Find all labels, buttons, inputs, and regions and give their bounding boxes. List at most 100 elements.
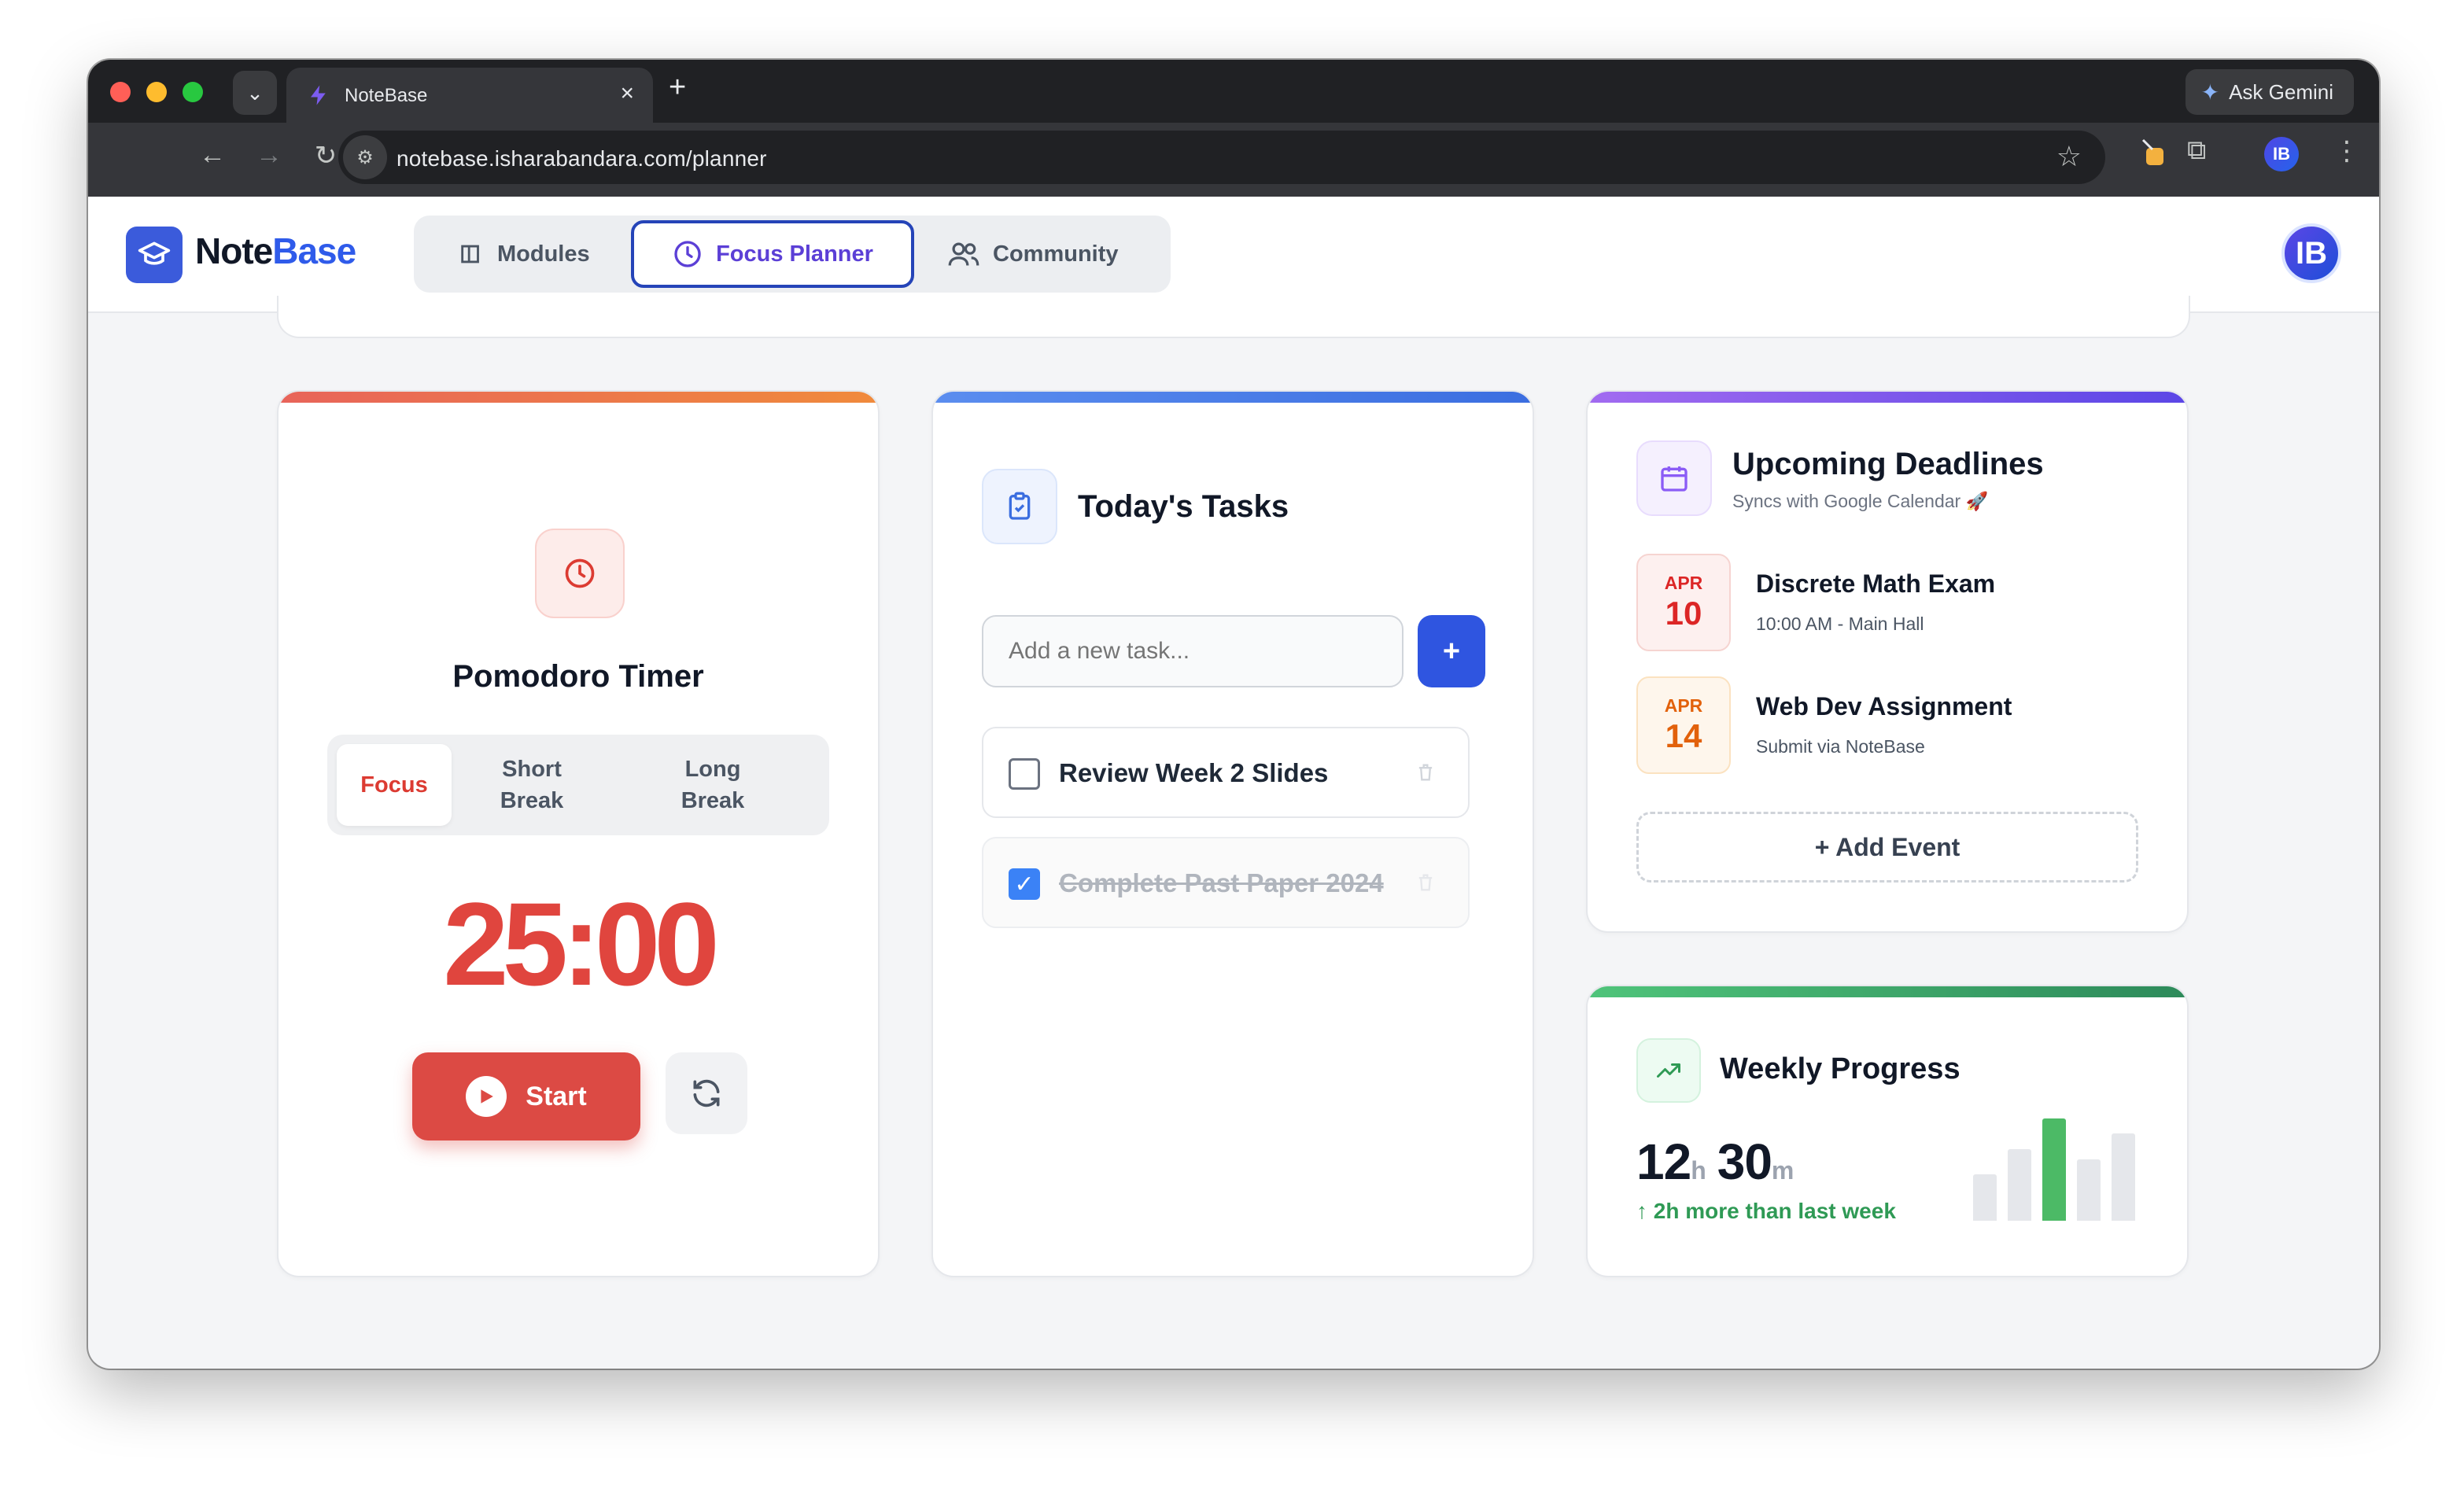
deadlines-title: Upcoming Deadlines [1732,447,2044,481]
previous-card-edge [277,296,2190,338]
logo-base: Base [272,230,356,271]
card-accent-stripe [1588,392,2187,403]
user-avatar[interactable]: IB [2281,223,2341,283]
refresh-icon [693,1079,720,1107]
app-logo-text[interactable]: NoteBase [195,230,356,272]
gemini-icon: ✦ [2200,79,2220,105]
timer-mode-selector: Focus Short Break Long Break [327,735,829,835]
event-title[interactable]: Discrete Math Exam [1756,569,1995,599]
task-checkbox-checked[interactable]: ✓ [1009,868,1040,900]
minutes-value: 30 [1717,1133,1772,1190]
url-text[interactable]: notebase.isharabandara.com/planner [397,146,767,171]
bookmark-star-icon[interactable]: ☆ [2056,140,2082,173]
date-day: 14 [1665,717,1702,754]
tab-search-button[interactable]: ⌄ [233,71,277,115]
tab-strip: ⌄ NoteBase × + ✦ Ask Gemini [88,60,2379,123]
browser-profile-avatar[interactable]: IB [2264,137,2299,171]
hours-value: 12 [1636,1133,1691,1190]
clipboard-check-icon [982,469,1057,544]
browser-window: ⌄ NoteBase × + ✦ Ask Gemini ← → ↻ ⌂ ⚙ no… [88,60,2379,1369]
minutes-unit: m [1771,1156,1795,1185]
chevron-down-icon: ⌄ [246,80,264,105]
main-nav: Modules Focus Planner Community [414,216,1171,293]
site-settings-icon[interactable]: ⚙ [343,135,387,179]
nav-modules[interactable]: Modules [436,220,612,288]
tasks-title: Today's Tasks [1078,489,1289,524]
date-month: APR [1664,573,1703,593]
new-tab-button[interactable]: + [669,71,686,105]
start-button[interactable]: Start [412,1052,640,1140]
date-day: 10 [1665,595,1702,632]
users-icon [948,242,979,266]
trash-icon[interactable] [1415,870,1437,895]
date-badge: APR 10 [1636,554,1731,651]
more-menu-icon[interactable]: ⋮ [2333,135,2360,167]
hours-unit: h [1691,1156,1706,1185]
weekly-bar [2008,1149,2031,1221]
weekly-title: Weekly Progress [1720,1052,1961,1085]
back-arrow-icon[interactable]: ← [195,140,230,171]
ask-gemini-label: Ask Gemini [2229,79,2333,104]
add-event-button[interactable]: + Add Event [1636,812,2138,883]
weekly-bar-chart [1973,1118,2138,1221]
extensions-puzzle-icon[interactable]: ⧉ [2187,135,2206,166]
nav-community[interactable]: Community [925,220,1141,288]
maximize-window-button[interactable] [183,82,203,102]
notebase-logo-icon[interactable] [126,227,183,283]
new-task-input[interactable] [982,615,1404,687]
weekly-delta: ↑ 2h more than last week [1636,1199,1896,1223]
extension-icon[interactable] [2138,135,2167,174]
minimize-window-button[interactable] [146,82,167,102]
deadlines-subtitle: Syncs with Google Calendar 🚀 [1732,491,1989,511]
tasks-card: Today's Tasks + Review Week 2 Slides ✓ C… [931,390,1534,1277]
weekly-bar [2077,1159,2101,1221]
card-accent-stripe [933,392,1533,403]
tab-title: NoteBase [345,85,428,106]
address-bar[interactable]: ⚙ notebase.isharabandara.com/planner ☆ [338,131,2105,184]
focus-time-total: 12h 30m [1636,1133,1805,1191]
close-window-button[interactable] [110,82,131,102]
ask-gemini-button[interactable]: ✦ Ask Gemini [2185,69,2354,115]
trending-up-icon [1636,1038,1701,1103]
date-month: APR [1664,695,1703,716]
calendar-icon [1636,440,1712,516]
task-item[interactable]: ✓ Complete Past Paper 2024 [982,837,1470,928]
event-meta: 10:00 AM - Main Hall [1756,614,1924,634]
task-text: Complete Past Paper 2024 [1059,868,1384,897]
nav-focus-planner-label: Focus Planner [716,241,873,267]
timer-clock-icon [535,529,625,618]
mode-focus-button[interactable]: Focus [337,744,452,826]
close-tab-icon[interactable]: × [620,80,634,107]
card-accent-stripe [278,392,878,403]
pomodoro-card: Pomodoro Timer Focus Short Break Long Br… [277,390,880,1277]
add-task-button[interactable]: + [1418,615,1485,687]
trash-icon[interactable] [1415,760,1437,785]
timer-display: 25:00 [443,878,720,1010]
date-badge: APR 14 [1636,676,1731,774]
pomodoro-title: Pomodoro Timer [452,659,704,694]
forward-arrow-icon[interactable]: → [252,140,286,171]
mode-short-break-button[interactable]: Short Break [477,744,587,826]
start-label: Start [526,1081,587,1111]
nav-focus-planner[interactable]: Focus Planner [631,220,914,288]
book-open-icon [461,245,479,263]
reset-button[interactable] [666,1052,747,1134]
play-icon [466,1076,507,1117]
clock-icon [674,241,701,267]
task-text: Review Week 2 Slides [1059,758,1329,787]
nav-community-label: Community [993,241,1119,267]
event-meta: Submit via NoteBase [1756,736,1925,757]
task-checkbox[interactable] [1009,758,1040,790]
browser-toolbar: ← → ↻ ⌂ ⚙ notebase.isharabandara.com/pla… [88,123,2379,197]
weekly-bar [2042,1118,2066,1221]
event-title[interactable]: Web Dev Assignment [1756,692,2012,721]
mode-long-break-button[interactable]: Long Break [658,744,768,826]
card-accent-stripe [1588,986,2187,997]
deadlines-card: Upcoming Deadlines Syncs with Google Cal… [1586,390,2189,933]
task-item[interactable]: Review Week 2 Slides [982,727,1470,818]
weekly-bar [1973,1174,1997,1221]
weekly-bar [2112,1133,2135,1221]
notebase-favicon-icon [311,85,326,105]
browser-tab[interactable]: NoteBase × [286,68,653,123]
nav-modules-label: Modules [497,241,590,267]
